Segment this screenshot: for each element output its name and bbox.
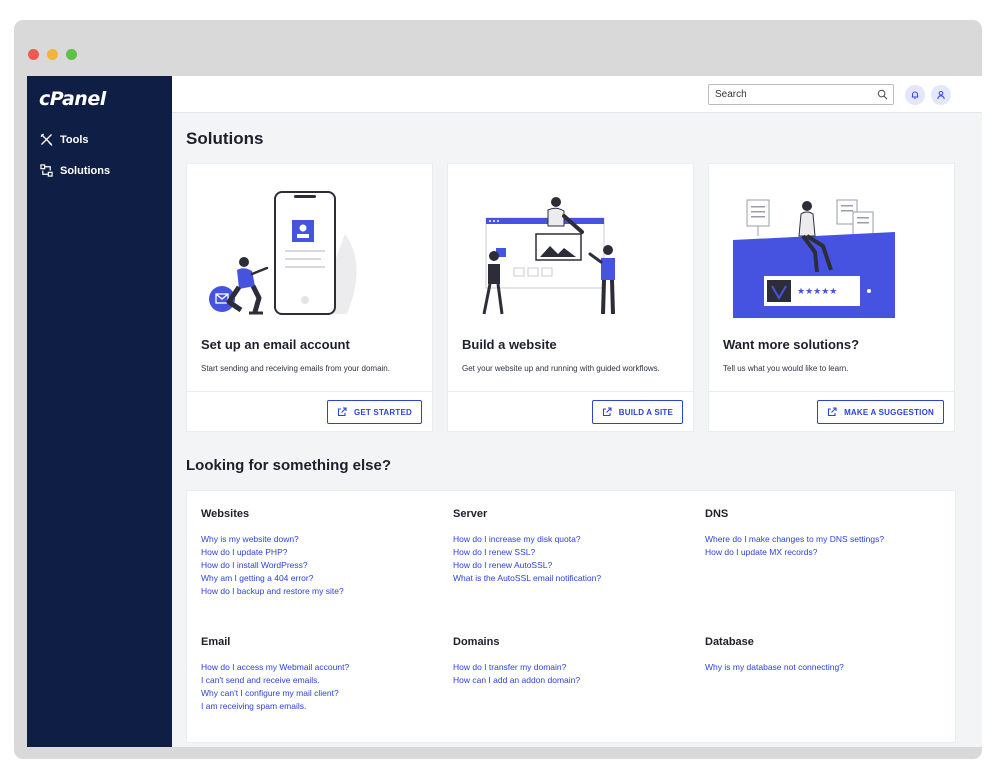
help-link[interactable]: Why is my database not connecting? <box>705 661 945 674</box>
user-menu-button[interactable] <box>931 85 951 105</box>
external-link-icon <box>337 407 347 417</box>
user-icon <box>937 90 945 100</box>
card-description: Tell us what you would like to learn. <box>723 364 849 373</box>
help-link[interactable]: I can't send and receive emails. <box>201 674 441 687</box>
email-illustration <box>209 191 357 315</box>
button-label: MAKE A SUGGESTION <box>844 407 934 417</box>
external-link-icon <box>828 407 837 417</box>
minimize-window-button[interactable] <box>47 49 58 60</box>
card-description: Get your website up and running with gui… <box>462 364 660 373</box>
help-section-title: Looking for something else? <box>186 457 392 474</box>
card-title: Set up an email account <box>201 337 350 352</box>
help-group-heading: Email <box>201 636 231 648</box>
more-solutions-card: ★★★★★ Want more solutions? Tell us what … <box>708 163 955 432</box>
maximize-window-button[interactable] <box>66 49 77 60</box>
help-group-email: Email How do I access my Webmail account… <box>201 636 441 713</box>
svg-text:★★★★★: ★★★★★ <box>797 287 837 297</box>
help-group-dns: DNS Where do I make changes to my DNS se… <box>705 508 945 559</box>
make-a-suggestion-button[interactable]: MAKE A SUGGESTION <box>817 400 944 424</box>
search-box <box>708 84 894 105</box>
card-divider <box>187 391 432 392</box>
help-link[interactable]: What is the AutoSSL email notification? <box>453 572 693 585</box>
build-a-site-button[interactable]: BUILD A SITE <box>591 400 683 424</box>
help-link[interactable]: Why is my website down? <box>201 533 441 546</box>
notifications-button[interactable] <box>905 85 925 105</box>
help-link[interactable]: How do I access my Webmail account? <box>201 661 441 674</box>
search-input[interactable] <box>709 85 869 104</box>
help-link[interactable]: How do I transfer my domain? <box>453 661 693 674</box>
bell-icon <box>911 91 919 99</box>
search-icon[interactable] <box>877 89 888 100</box>
help-link[interactable]: How do I renew SSL? <box>453 546 693 559</box>
sidebar-item-label: Tools <box>60 133 89 146</box>
get-started-button[interactable]: GET STARTED <box>326 400 422 424</box>
email-setup-card: Set up an email account Start sending an… <box>186 163 433 432</box>
page-title: Solutions <box>186 129 264 148</box>
browser-frame: cPanel Tools Solutions Search Solutions … <box>14 20 982 759</box>
help-group-domains: Domains How do I transfer my domain? How… <box>453 636 693 687</box>
button-label: BUILD A SITE <box>618 407 673 417</box>
suggestion-illustration: ★★★★★ <box>733 199 895 318</box>
button-label: GET STARTED <box>353 407 412 417</box>
help-link[interactable]: How do I increase my disk quota? <box>453 533 693 546</box>
help-group-server: Server How do I increase my disk quota? … <box>453 508 693 585</box>
tools-icon <box>40 133 53 146</box>
window-titlebar <box>14 20 982 76</box>
help-group-websites: Websites Why is my website down? How do … <box>201 508 441 598</box>
help-link[interactable]: I am receiving spam emails. <box>201 700 441 713</box>
help-group-database: Database Why is my database not connecti… <box>705 636 945 674</box>
close-window-button[interactable] <box>28 49 39 60</box>
sidebar: cPanel Tools Solutions <box>27 76 172 747</box>
sidebar-item-tools[interactable]: Tools <box>40 133 89 146</box>
help-topics-panel: Websites Why is my website down? How do … <box>186 490 956 743</box>
build-website-card: Build a website Get your website up and … <box>447 163 694 432</box>
app-window: cPanel Tools Solutions Search Solutions … <box>27 76 982 747</box>
help-group-heading: Database <box>705 636 754 648</box>
help-link[interactable]: How do I renew AutoSSL? <box>453 559 693 572</box>
help-group-heading: Domains <box>453 636 500 648</box>
help-link[interactable]: How do I install WordPress? <box>201 559 441 572</box>
sidebar-item-label: Solutions <box>60 164 111 177</box>
help-group-heading: DNS <box>705 508 729 520</box>
solutions-icon <box>40 164 53 177</box>
card-title: Want more solutions? <box>723 337 860 352</box>
help-link[interactable]: Where do I make changes to my DNS settin… <box>705 533 945 546</box>
main-content: Solutions Set up an email account Start … <box>172 113 982 747</box>
card-title: Build a website <box>462 337 557 352</box>
card-divider <box>448 391 693 392</box>
help-link[interactable]: How do I update PHP? <box>201 546 441 559</box>
help-group-heading: Server <box>453 508 488 520</box>
help-link[interactable]: How do I backup and restore my site? <box>201 585 441 598</box>
card-divider <box>709 391 954 392</box>
card-description: Start sending and receiving emails from … <box>201 364 390 373</box>
top-bar <box>172 76 982 113</box>
help-link[interactable]: Why am I getting a 404 error? <box>201 572 441 585</box>
help-group-heading: Websites <box>201 508 250 520</box>
external-link-icon <box>602 407 612 417</box>
website-illustration <box>482 197 615 315</box>
help-link[interactable]: How can I add an addon domain? <box>453 674 693 687</box>
help-link[interactable]: How do I update MX records? <box>705 546 945 559</box>
help-link[interactable]: Why can't I configure my mail client? <box>201 687 441 700</box>
sidebar-item-solutions[interactable]: Solutions <box>40 164 110 177</box>
cpanel-logo[interactable]: cPanel <box>39 88 106 110</box>
